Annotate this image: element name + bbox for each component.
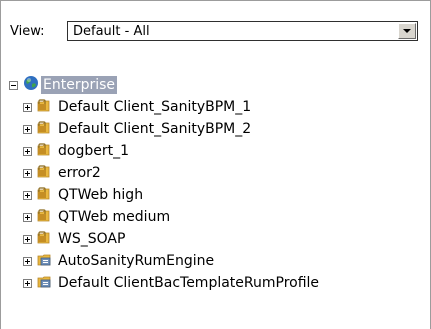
rum-folder-icon: [37, 252, 54, 271]
tree-node[interactable]: Default Client_SanityBPM_1: [23, 97, 253, 117]
tree-node-label: Default ClientBacTemplateRumProfile: [58, 275, 320, 291]
locked-folder-icon: [37, 208, 54, 227]
expand-toggle-icon[interactable]: [23, 256, 32, 266]
view-select[interactable]: Default - All: [67, 21, 418, 41]
rum-folder-icon: [37, 274, 54, 293]
locked-folder-icon: [37, 164, 54, 183]
tree-node[interactable]: error2: [23, 163, 103, 183]
expand-toggle-icon[interactable]: [23, 278, 32, 288]
tree-node[interactable]: QTWeb medium: [23, 207, 172, 227]
locked-folder-icon: [37, 142, 54, 161]
locked-folder-icon: [37, 186, 54, 205]
collapse-toggle-icon[interactable]: [9, 80, 18, 90]
tree-node-label: Default Client_SanityBPM_1: [58, 99, 252, 115]
locked-folder-icon: [37, 120, 54, 139]
expand-toggle-icon[interactable]: [23, 146, 32, 156]
tree-node-label: QTWeb medium: [58, 209, 171, 225]
tree-node[interactable]: Default ClientBacTemplateRumProfile: [23, 273, 321, 293]
expand-toggle-icon[interactable]: [23, 124, 32, 134]
expand-toggle-icon[interactable]: [23, 234, 32, 244]
tree-node-label: Enterprise: [41, 76, 118, 94]
tree-node[interactable]: dogbert_1: [23, 141, 131, 161]
tree-node[interactable]: QTWeb high: [23, 185, 145, 205]
globe-icon: [23, 75, 39, 95]
tree-node-label: error2: [58, 165, 101, 181]
tree-node-label: Default Client_SanityBPM_2: [58, 121, 252, 137]
locked-folder-icon: [37, 230, 54, 249]
tree-node-label: WS_SOAP: [58, 231, 126, 247]
expand-toggle-icon[interactable]: [23, 212, 32, 222]
expand-toggle-icon[interactable]: [23, 102, 32, 112]
locked-folder-icon: [37, 98, 54, 117]
tree-node[interactable]: WS_SOAP: [23, 229, 127, 249]
chevron-down-icon[interactable]: [398, 23, 416, 39]
view-label: View:: [10, 23, 45, 39]
expand-toggle-icon[interactable]: [23, 190, 32, 200]
view-row: View:: [10, 21, 49, 41]
tree-node[interactable]: AutoSanityRumEngine: [23, 251, 216, 271]
view-select-value: Default - All: [73, 23, 150, 39]
tree-node-label: QTWeb high: [58, 187, 144, 203]
tree-node-enterprise[interactable]: Enterprise: [9, 75, 118, 95]
tree-node-label: dogbert_1: [58, 143, 129, 159]
tree-node[interactable]: Default Client_SanityBPM_2: [23, 119, 253, 139]
tree-node-label: AutoSanityRumEngine: [58, 253, 215, 269]
expand-toggle-icon[interactable]: [23, 168, 32, 178]
